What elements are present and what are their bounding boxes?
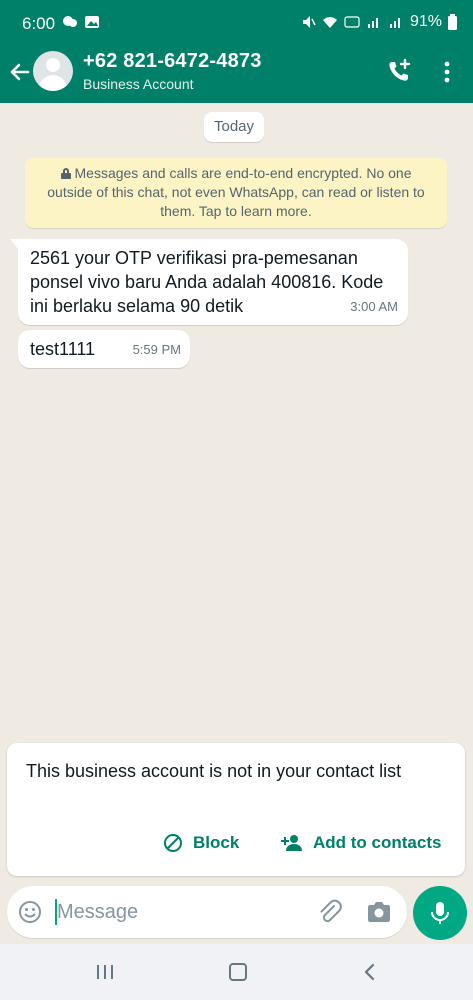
attach-icon[interactable] — [317, 899, 343, 925]
add-call-icon[interactable] — [384, 56, 414, 86]
lock-icon — [60, 168, 71, 179]
encryption-notice-text: Messages and calls are end-to-end encryp… — [47, 165, 425, 219]
battery-icon — [448, 14, 457, 30]
gallery-notification-icon — [85, 16, 99, 28]
microphone-icon — [431, 902, 449, 924]
message-time: 5:59 PM — [132, 342, 181, 357]
block-label: Block — [193, 833, 240, 852]
message-text: 2561 your OTP verifikasi pra-pemesanan p… — [30, 248, 384, 316]
business-account-card: This business account is not in your con… — [7, 743, 465, 876]
voice-message-button[interactable] — [413, 886, 467, 940]
block-icon — [164, 834, 182, 852]
chat-area[interactable]: Today Messages and calls are end-to-end … — [0, 103, 473, 740]
add-to-contacts-button[interactable]: Add to contacts — [281, 833, 441, 853]
more-options-icon[interactable] — [438, 57, 456, 87]
message-bubble[interactable]: test1111 5:59 PM — [18, 330, 190, 368]
recents-icon[interactable] — [95, 964, 115, 980]
message-bubble[interactable]: 2561 your OTP verifikasi pra-pemesanan p… — [10, 239, 408, 325]
nav-back-icon[interactable] — [362, 963, 376, 981]
emoji-icon[interactable] — [18, 900, 42, 924]
home-icon[interactable] — [229, 963, 247, 981]
chat-header: +62 821-6472-4873 Business Account — [0, 44, 473, 103]
app-top-bar: 6:00 91% +62 821-6472-4873 Business Acco… — [0, 0, 473, 103]
contact-name[interactable]: +62 821-6472-4873 — [83, 50, 262, 73]
system-nav-bar — [0, 944, 473, 1000]
mute-icon — [302, 16, 316, 28]
battery-level: 91% — [409, 13, 442, 30]
date-chip: Today — [204, 112, 265, 142]
avatar[interactable] — [33, 51, 73, 91]
add-person-icon — [281, 835, 302, 851]
chat-notification-icon — [63, 16, 77, 27]
message-input[interactable] — [55, 896, 305, 928]
encryption-notice[interactable]: Messages and calls are end-to-end encryp… — [25, 158, 447, 228]
signal-1-icon — [367, 18, 378, 28]
business-account-text: This business account is not in your con… — [26, 761, 402, 781]
status-time: 6:00 — [22, 14, 56, 33]
contact-subtitle[interactable]: Business Account — [83, 76, 194, 92]
wifi-icon — [322, 17, 337, 28]
camera-icon[interactable] — [366, 900, 392, 924]
block-button[interactable]: Block — [163, 833, 239, 853]
message-time: 3:00 AM — [350, 299, 398, 314]
volte-icon — [344, 16, 360, 28]
back-arrow-icon[interactable] — [6, 58, 34, 86]
add-to-contacts-label: Add to contacts — [313, 833, 442, 852]
status-bar: 6:00 91% — [0, 0, 473, 44]
signal-2-icon — [389, 18, 400, 28]
message-composer — [7, 886, 407, 938]
